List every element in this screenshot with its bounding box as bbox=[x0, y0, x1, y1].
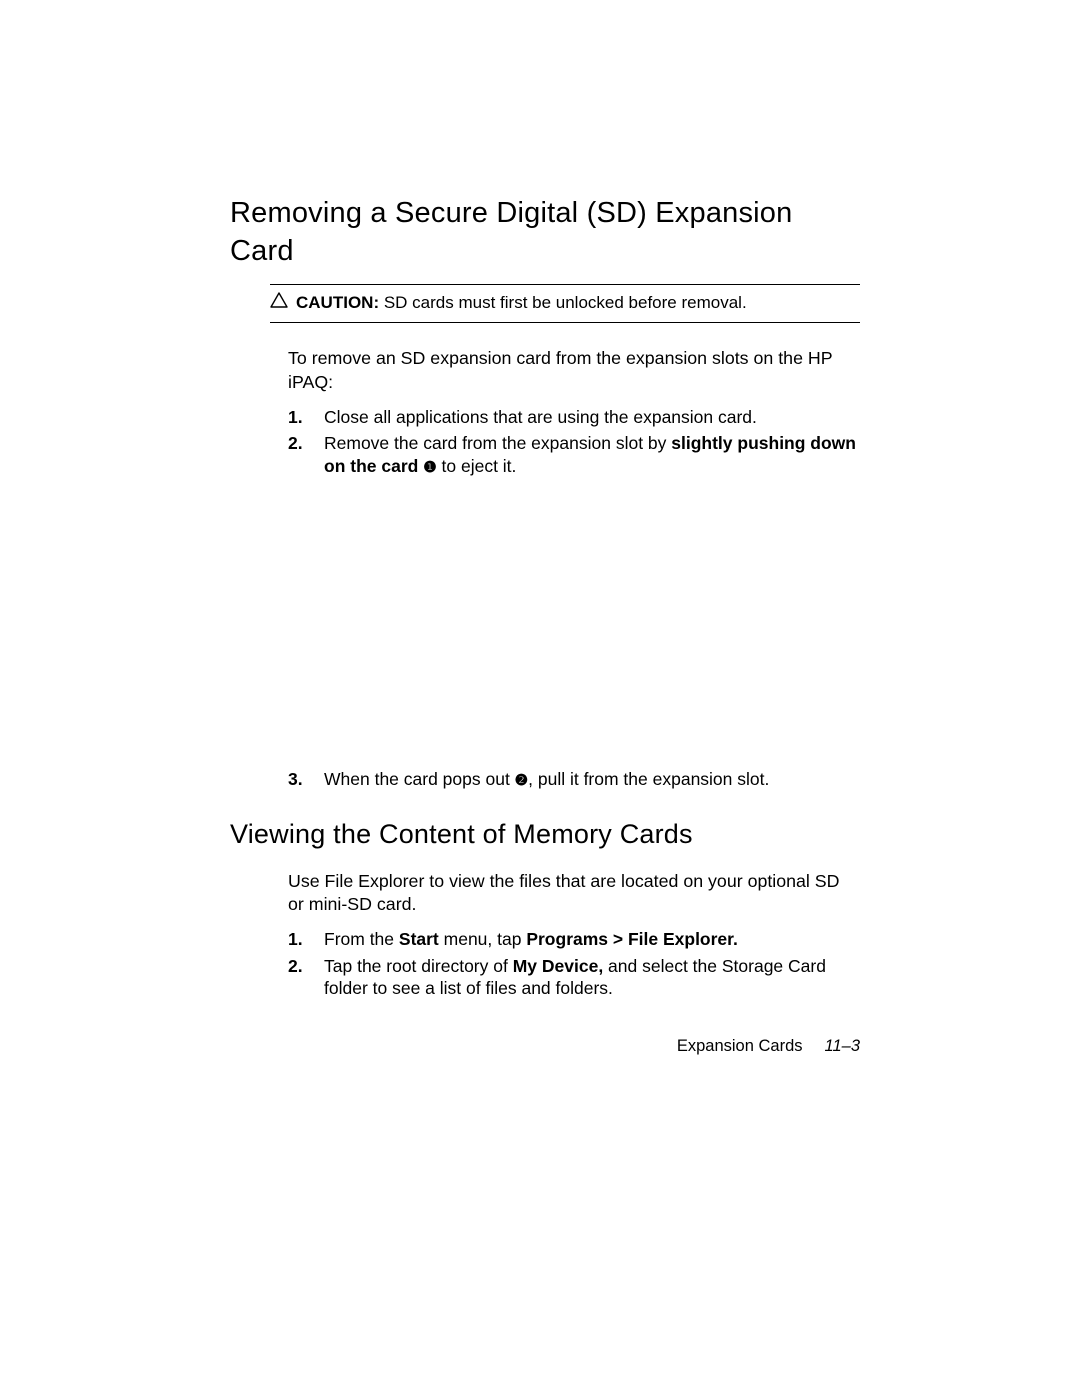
step1v-a: From the bbox=[324, 929, 399, 949]
list-item: 1. From the Start menu, tap Programs > F… bbox=[288, 928, 860, 951]
step2-part-a: Remove the card from the expansion slot … bbox=[324, 433, 671, 453]
list-item: 3. When the card pops out ❷, pull it fro… bbox=[288, 768, 860, 791]
list-item: 1. Close all applications that are using… bbox=[288, 406, 860, 429]
step1v-c: menu, tap bbox=[439, 929, 527, 949]
caution-body: SD cards must first be unlocked before r… bbox=[384, 293, 747, 312]
step-number: 2. bbox=[288, 955, 306, 1001]
step-number: 1. bbox=[288, 406, 306, 429]
step3-part-a: When the card pops out bbox=[324, 769, 515, 789]
footer-title: Expansion Cards bbox=[677, 1036, 803, 1057]
step-body: When the card pops out ❷, pull it from t… bbox=[324, 768, 860, 791]
step1v-b: Start bbox=[399, 929, 439, 949]
list-item: 2. Tap the root directory of My Device, … bbox=[288, 955, 860, 1001]
intro-text: To remove an SD expansion card from the … bbox=[288, 347, 860, 393]
callout-1-icon: ❶ bbox=[423, 459, 436, 476]
step-number: 3. bbox=[288, 768, 306, 791]
step-body: From the Start menu, tap Programs > File… bbox=[324, 928, 860, 951]
caution-block: CAUTION: SD cards must first be unlocked… bbox=[270, 284, 860, 323]
footer-page-number: 11–3 bbox=[825, 1036, 860, 1057]
step-number: 2. bbox=[288, 432, 306, 478]
section-heading-viewing-memory: Viewing the Content of Memory Cards bbox=[230, 817, 860, 852]
step-number: 1. bbox=[288, 928, 306, 951]
steps-list-viewing: 1. From the Start menu, tap Programs > F… bbox=[288, 928, 860, 1000]
callout-2-icon: ❷ bbox=[515, 772, 528, 789]
step2-part-c: to eject it. bbox=[437, 456, 517, 476]
caution-label: CAUTION: bbox=[296, 293, 379, 312]
step2v-a: Tap the root directory of bbox=[324, 956, 513, 976]
view-intro-text: Use File Explorer to view the files that… bbox=[288, 870, 860, 916]
step2v-b: My Device, bbox=[513, 956, 603, 976]
list-item: 2. Remove the card from the expansion sl… bbox=[288, 432, 860, 478]
step3-part-b: , pull it from the expansion slot. bbox=[528, 769, 769, 789]
step-body: Close all applications that are using th… bbox=[324, 406, 860, 429]
step-body: Tap the root directory of My Device, and… bbox=[324, 955, 860, 1001]
step-body: Remove the card from the expansion slot … bbox=[324, 432, 860, 478]
step1v-d: Programs > File Explorer. bbox=[526, 929, 738, 949]
section-heading-removing-sd: Removing a Secure Digital (SD) Expansion… bbox=[230, 195, 860, 270]
steps-list-removing: 1. Close all applications that are using… bbox=[288, 406, 860, 791]
caution-triangle-icon bbox=[270, 292, 288, 308]
caution-text: CAUTION: SD cards must first be unlocked… bbox=[296, 292, 747, 314]
document-page: Removing a Secure Digital (SD) Expansion… bbox=[0, 0, 1080, 1000]
page-footer: Expansion Cards 11–3 bbox=[677, 1036, 860, 1057]
